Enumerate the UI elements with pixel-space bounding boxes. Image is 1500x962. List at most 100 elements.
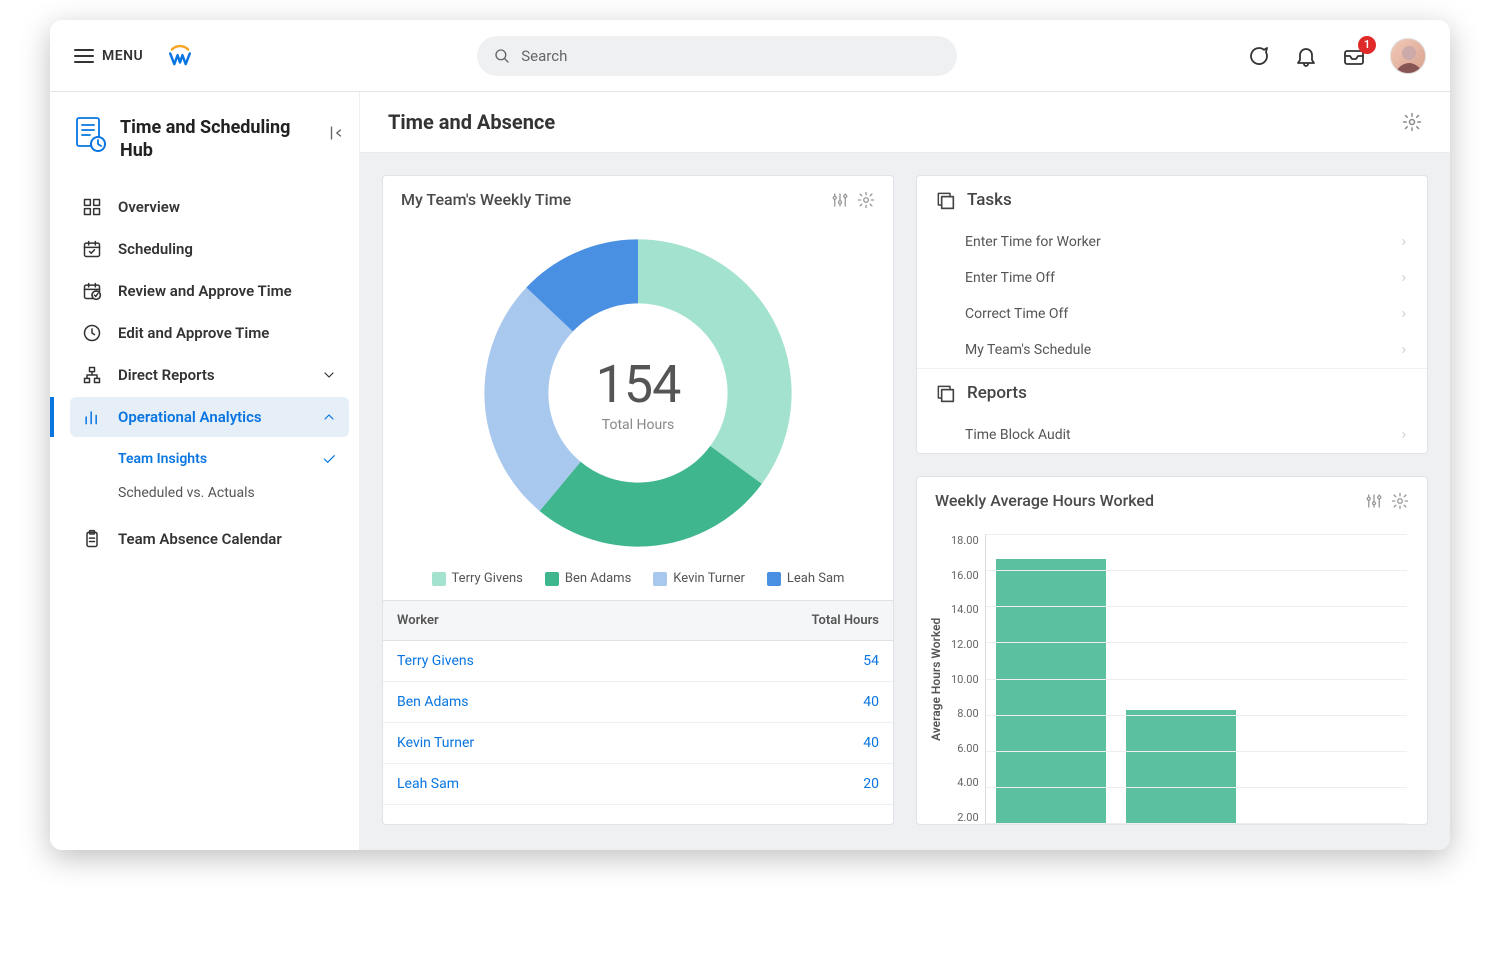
worker-name-link[interactable]: Leah Sam <box>383 764 638 805</box>
chat-icon <box>1246 44 1270 68</box>
app-logo[interactable] <box>167 43 193 69</box>
sidebar-item-scheduling[interactable]: Scheduling <box>70 229 349 269</box>
reports-title: Reports <box>967 383 1027 403</box>
table-row: Terry Givens54 <box>383 641 893 682</box>
sidebar-item-edit-and-approve-time[interactable]: Edit and Approve Time <box>70 313 349 353</box>
chevron-right-icon <box>1399 236 1407 248</box>
table-row: Ben Adams40 <box>383 682 893 723</box>
task-item-enter-time-off[interactable]: Enter Time Off <box>917 260 1427 296</box>
legend-label: Kevin Turner <box>673 571 745 586</box>
search-placeholder: Search <box>521 47 567 65</box>
sidebar-item-label: Review and Approve Time <box>118 282 292 300</box>
y-tick: 18.00 <box>951 534 979 547</box>
org-chart-icon <box>82 365 102 385</box>
collapse-sidebar-button[interactable] <box>327 124 345 142</box>
page-settings-button[interactable] <box>1402 112 1422 132</box>
sidebar-item-label: Edit and Approve Time <box>118 324 269 342</box>
gear-icon[interactable] <box>857 191 875 209</box>
worker-hours-value: 40 <box>638 723 893 764</box>
worker-hours-value: 40 <box>638 682 893 723</box>
bar-chart <box>985 534 1407 824</box>
sidebar-item-label: Overview <box>118 198 180 216</box>
task-item-enter-time-for-worker[interactable]: Enter Time for Worker <box>917 224 1427 260</box>
table-row: Kevin Turner40 <box>383 723 893 764</box>
sidebar-item-review-and-approve-time[interactable]: Review and Approve Time <box>70 271 349 311</box>
sidebar-subitem-scheduled-vs-actuals[interactable]: Scheduled vs. Actuals <box>118 477 349 509</box>
table-row: Leah Sam20 <box>383 764 893 805</box>
y-axis-ticks: 18.0016.0014.0012.0010.008.006.004.002.0… <box>945 534 985 824</box>
chat-button[interactable] <box>1246 44 1270 68</box>
list-item-label: Enter Time for Worker <box>965 234 1101 250</box>
sidebar-item-label: Scheduling <box>118 240 193 258</box>
check-icon <box>321 451 337 467</box>
y-axis-label: Average Hours Worked <box>927 534 945 824</box>
legend-label: Terry Givens <box>452 571 523 586</box>
sidebar-item-label: Operational Analytics <box>118 408 262 426</box>
bell-icon <box>1294 44 1318 68</box>
card-team-weekly-time: My Team's Weekly Time <box>382 175 894 825</box>
grid-icon <box>82 197 102 217</box>
legend-item: Leah Sam <box>767 571 845 586</box>
worker-hours-table: Worker Total Hours Terry Givens54Ben Ada… <box>383 600 893 805</box>
chevron-up-icon <box>321 409 337 425</box>
gear-icon <box>1402 112 1422 132</box>
donut-center-label: Total Hours <box>602 417 674 433</box>
card-tasks-reports: Tasks Enter Time for WorkerEnter Time Of… <box>916 175 1428 454</box>
sliders-icon[interactable] <box>1365 492 1383 510</box>
sidebar-item-overview[interactable]: Overview <box>70 187 349 227</box>
sidebar-item-label: Team Absence Calendar <box>118 530 282 548</box>
chevron-down-icon <box>321 367 337 383</box>
hub-icon <box>74 116 106 152</box>
list-item-label: My Team's Schedule <box>965 342 1091 358</box>
y-tick: 12.00 <box>951 638 979 651</box>
chevron-right-icon <box>1399 308 1407 320</box>
col-worker: Worker <box>383 601 638 641</box>
col-hours: Total Hours <box>638 601 893 641</box>
legend-label: Leah Sam <box>787 571 845 586</box>
legend-item: Ben Adams <box>545 571 631 586</box>
worker-name-link[interactable]: Ben Adams <box>383 682 638 723</box>
donut-chart: 154 Total Hours <box>478 233 798 553</box>
sidebar-subitem-label: Team Insights <box>118 451 207 467</box>
list-item-label: Enter Time Off <box>965 270 1055 286</box>
notifications-button[interactable] <box>1294 44 1318 68</box>
sidebar-subitem-label: Scheduled vs. Actuals <box>118 485 255 501</box>
menu-button[interactable]: MENU <box>74 48 143 64</box>
bar <box>996 559 1106 824</box>
menu-label: MENU <box>102 48 143 64</box>
y-tick: 10.00 <box>951 673 979 686</box>
legend-swatch <box>432 572 446 586</box>
sliders-icon[interactable] <box>831 191 849 209</box>
user-avatar[interactable] <box>1390 38 1426 74</box>
clock-icon <box>82 323 102 343</box>
y-tick: 14.00 <box>951 603 979 616</box>
bar <box>1126 710 1236 824</box>
task-item-correct-time-off[interactable]: Correct Time Off <box>917 296 1427 332</box>
hub-title: Time and Scheduling Hub <box>120 116 349 163</box>
donut-center-value: 154 <box>596 354 681 415</box>
sidebar: Time and Scheduling Hub Overview Scheduli… <box>50 92 360 850</box>
inbox-button[interactable]: 1 <box>1342 44 1366 68</box>
sidebar-subitem-team-insights[interactable]: Team Insights <box>118 443 349 475</box>
worker-hours-value: 20 <box>638 764 893 805</box>
hamburger-icon <box>74 49 94 63</box>
legend-label: Ben Adams <box>565 571 631 586</box>
sidebar-item-direct-reports[interactable]: Direct Reports <box>70 355 349 395</box>
worker-hours-value: 54 <box>638 641 893 682</box>
task-item-my-team-s-schedule[interactable]: My Team's Schedule <box>917 332 1427 368</box>
y-tick: 6.00 <box>951 742 979 755</box>
sidebar-item-operational-analytics[interactable]: Operational Analytics <box>70 397 349 437</box>
search-input[interactable]: Search <box>477 36 957 76</box>
chevron-right-icon <box>1399 429 1407 441</box>
worker-name-link[interactable]: Terry Givens <box>383 641 638 682</box>
card-title: Weekly Average Hours Worked <box>935 491 1154 510</box>
collapse-icon <box>327 124 345 142</box>
gear-icon[interactable] <box>1391 492 1409 510</box>
page-title: Time and Absence <box>388 110 555 134</box>
sidebar-item-team-absence-calendar[interactable]: Team Absence Calendar <box>70 519 349 559</box>
report-item-time-block-audit[interactable]: Time Block Audit <box>917 417 1427 453</box>
legend-item: Terry Givens <box>432 571 523 586</box>
legend-swatch <box>653 572 667 586</box>
sidebar-item-label: Direct Reports <box>118 366 215 384</box>
worker-name-link[interactable]: Kevin Turner <box>383 723 638 764</box>
